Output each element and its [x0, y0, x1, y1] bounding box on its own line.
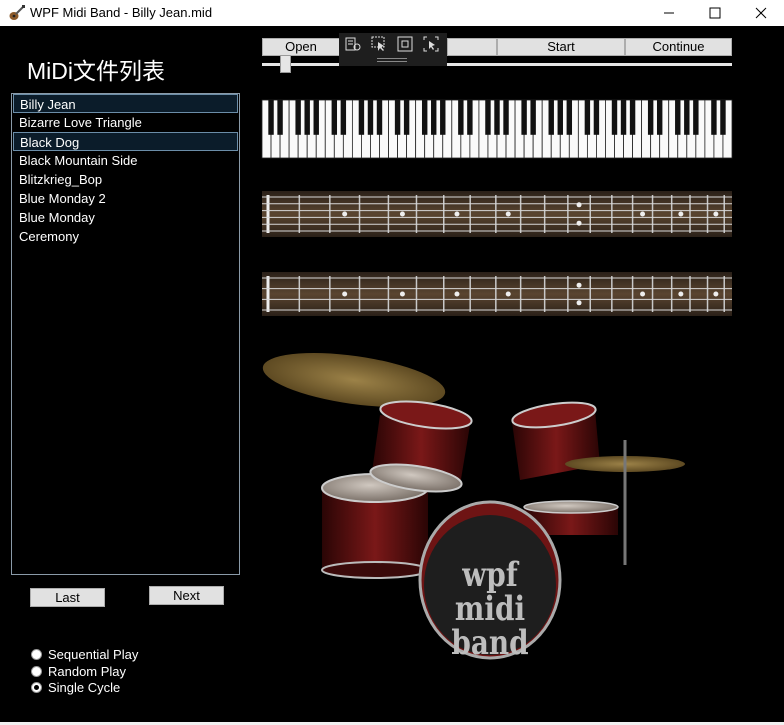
- fret-marker: [576, 220, 582, 226]
- black-key: [720, 100, 726, 135]
- fret-marker: [505, 291, 511, 297]
- black-key: [693, 100, 699, 135]
- black-key: [367, 100, 374, 135]
- fret-marker: [399, 291, 405, 297]
- black-key: [485, 100, 491, 135]
- fret-marker: [640, 211, 646, 217]
- instrument-canvas: [261, 99, 733, 660]
- black-key: [467, 100, 473, 135]
- black-key: [584, 100, 591, 135]
- black-key: [593, 100, 600, 135]
- bass-fretboard: [262, 272, 732, 316]
- piano-keyboard: [261, 99, 733, 159]
- black-key: [268, 100, 274, 135]
- fret-marker: [713, 211, 719, 217]
- fretboard-body: [262, 191, 732, 237]
- black-key: [629, 100, 636, 135]
- black-key: [431, 100, 437, 135]
- black-key: [421, 100, 428, 135]
- fret-marker: [454, 211, 460, 217]
- fret-marker: [342, 211, 348, 217]
- black-key: [458, 100, 464, 135]
- fret-marker: [576, 300, 582, 306]
- black-key: [647, 100, 654, 135]
- black-key: [494, 100, 500, 135]
- fret-marker: [505, 211, 511, 217]
- drum-logo-line1: wpf midi: [454, 555, 526, 629]
- black-key: [295, 100, 301, 135]
- black-key: [548, 100, 554, 135]
- fretboard-body: [262, 272, 732, 316]
- fret-marker: [713, 291, 719, 297]
- black-key: [304, 100, 310, 135]
- fret-marker: [576, 282, 582, 288]
- black-key: [376, 100, 383, 135]
- black-key: [711, 100, 717, 135]
- black-key: [340, 100, 347, 135]
- black-key: [530, 100, 536, 135]
- black-key: [277, 100, 283, 135]
- fret-marker: [576, 202, 582, 208]
- black-key: [566, 100, 573, 135]
- black-key: [358, 100, 365, 135]
- black-key: [611, 100, 618, 135]
- fret-marker: [342, 291, 348, 297]
- black-key: [620, 100, 627, 135]
- black-key: [503, 100, 509, 135]
- fret-marker: [640, 291, 646, 297]
- fret-marker: [678, 211, 684, 217]
- black-key: [557, 100, 563, 135]
- guitar-fretboard: [262, 191, 732, 237]
- black-key: [675, 100, 681, 135]
- black-key: [684, 100, 690, 135]
- fret-marker: [454, 291, 460, 297]
- drum-logo: wpf midi band: [437, 558, 544, 660]
- black-key: [656, 100, 663, 135]
- black-key: [313, 100, 319, 135]
- fret-marker: [399, 211, 405, 217]
- black-key: [440, 100, 446, 135]
- drum-logo-line2: band: [451, 623, 529, 663]
- black-key: [331, 100, 338, 135]
- high-tom-left: [369, 400, 473, 493]
- black-key: [394, 100, 401, 135]
- black-key: [521, 100, 527, 135]
- black-key: [403, 100, 410, 135]
- fret-marker: [678, 291, 684, 297]
